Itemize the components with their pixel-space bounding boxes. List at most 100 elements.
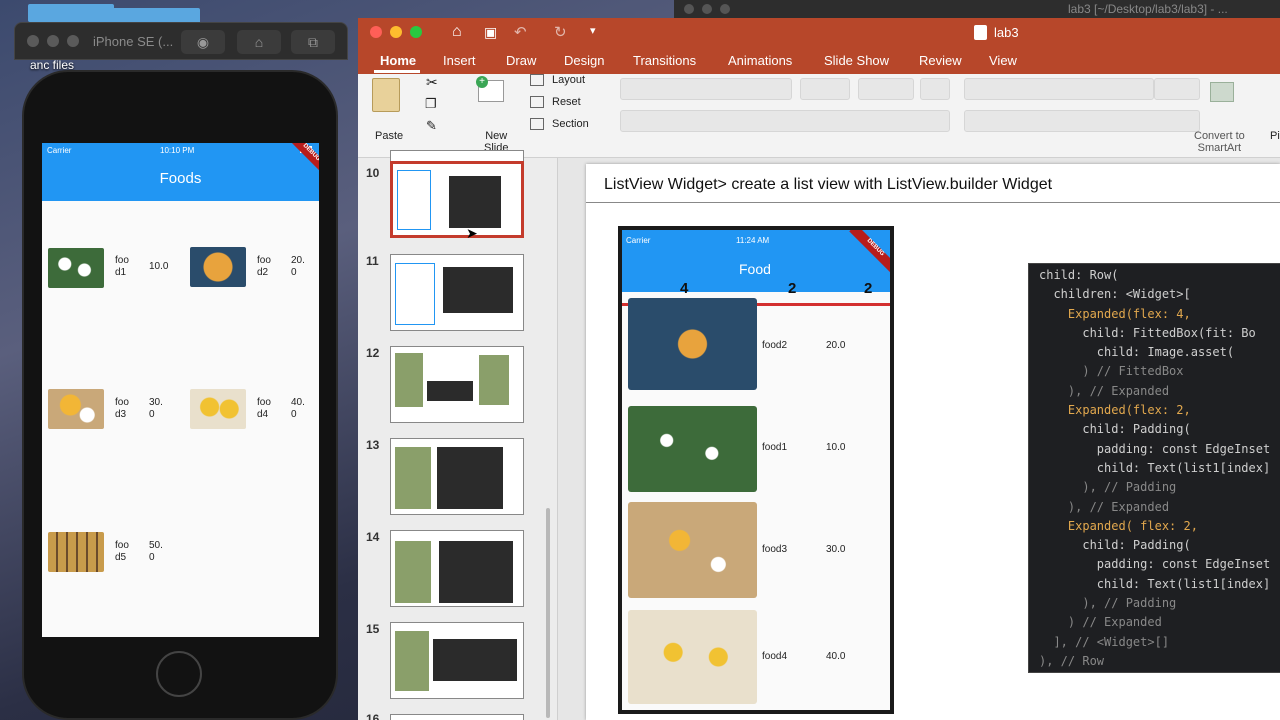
status-time: 10:10 PM [160, 146, 195, 155]
window-minimize-icon[interactable] [47, 35, 59, 47]
food-name: food2 [257, 255, 271, 278]
slide-thumbnail[interactable] [390, 346, 524, 423]
plus-icon: + [476, 76, 488, 88]
current-slide[interactable]: ListView Widget> create a list view with… [586, 164, 1280, 720]
slide-phone-carrier: Carrier [626, 236, 651, 245]
window-minimize-icon[interactable] [390, 26, 402, 38]
simulator-title: iPhone SE (... [93, 34, 174, 49]
layout-button[interactable]: Layout [552, 74, 585, 86]
app-bar: Foods [42, 159, 319, 201]
status-carrier: Carrier [47, 146, 72, 155]
slide-code-screenshot[interactable]: child: Row( children: <Widget>[ Expanded… [1028, 263, 1280, 673]
alignment-buttons[interactable] [964, 110, 1200, 132]
code-line: ), // Row [1039, 653, 1105, 668]
slide-number: 16 [366, 712, 380, 720]
ppt-file-icon [974, 25, 987, 40]
code-line: children: <Widget>[ [1039, 287, 1191, 302]
slide-phone-title: Food [739, 261, 771, 277]
slide-thumbnail-selected[interactable] [390, 161, 524, 238]
ppt-titlebar[interactable]: ⌂ ▣ ↶ ↻ ▾ lab3 [358, 18, 1280, 48]
thumbnails-scrollbar[interactable] [546, 508, 550, 718]
window-close-icon[interactable] [27, 35, 39, 47]
save-icon[interactable]: ▣ [484, 24, 497, 41]
simulator-titlebar[interactable]: iPhone SE (... ◉ ⌂ ⧉ [14, 22, 348, 60]
status-bar: Carrier 10:10 PM [42, 143, 319, 159]
slide-thumbnail[interactable] [390, 622, 524, 699]
section-button[interactable]: Section [552, 118, 589, 130]
font-formatting-buttons[interactable] [620, 110, 950, 132]
slide-thumbnail[interactable] [390, 714, 524, 720]
ribbon: Paste ✂ ❐ ✎ + New Slide Layout Reset Sect… [358, 74, 1280, 158]
tab-home[interactable]: Home [380, 53, 416, 68]
tab-insert[interactable]: Insert [443, 53, 476, 68]
slide-phone-screenshot[interactable]: Carrier 11:24 AM Food DEBUG 4 2 2 food2 … [618, 226, 894, 714]
code-line: child: Row( [1039, 268, 1119, 282]
code-line: Expanded( flex: 2, [1039, 518, 1198, 533]
font-family-select[interactable] [620, 78, 792, 100]
rotate-icon[interactable]: ⧉ [291, 30, 335, 54]
copy-icon[interactable]: ❐ [425, 96, 437, 112]
tab-design[interactable]: Design [564, 53, 604, 68]
list-buttons[interactable] [964, 78, 1154, 100]
window-zoom-icon[interactable] [67, 35, 79, 47]
food-image [628, 502, 757, 598]
slide-thumbnail[interactable] [390, 438, 524, 515]
window-close-icon[interactable] [370, 26, 382, 38]
slide-thumbnail[interactable] [390, 254, 524, 331]
food-image [190, 247, 246, 287]
code-line: ), // Expanded [1039, 383, 1170, 398]
code-line: child: Text(list1[index] [1039, 576, 1271, 591]
slide-preview-phone [397, 170, 431, 230]
format-painter-icon[interactable]: ✎ [426, 118, 437, 134]
tab-view[interactable]: View [989, 53, 1017, 68]
active-tab-indicator [374, 70, 420, 73]
tab-review[interactable]: Review [919, 53, 962, 68]
background-window-title: lab3 [~/Desktop/lab3/lab3] - ... [1068, 2, 1228, 16]
slide-thumbnail[interactable] [390, 530, 524, 607]
tab-slide-show[interactable]: Slide Show [824, 53, 889, 68]
code-line: padding: const EdgeInset [1039, 557, 1271, 572]
font-size-buttons[interactable] [858, 78, 914, 100]
tab-draw[interactable]: Draw [506, 53, 536, 68]
paste-icon[interactable] [372, 78, 400, 112]
slide-preview-code [449, 176, 501, 228]
folder-icon[interactable] [28, 4, 114, 22]
background-window-titlebar[interactable]: lab3 [~/Desktop/lab3/lab3] - ... [674, 0, 1280, 18]
window-close-icon[interactable] [684, 4, 694, 14]
code-line: Expanded(flex: 4, [1039, 306, 1191, 321]
home-button[interactable] [156, 651, 202, 697]
undo-icon[interactable]: ↶ [514, 23, 527, 41]
window-zoom-icon[interactable] [410, 26, 422, 38]
window-zoom-icon[interactable] [720, 4, 730, 14]
tab-transitions[interactable]: Transitions [633, 53, 696, 68]
mouse-cursor-icon: ➤ [466, 225, 478, 241]
cut-icon[interactable]: ✂ [426, 74, 438, 91]
paste-button[interactable]: Paste [375, 130, 403, 142]
document-title: lab3 [994, 25, 1019, 40]
simulator-screen[interactable]: Carrier 10:10 PM Foods DEBUG foo d1 10.0 … [42, 143, 319, 637]
reset-button[interactable]: Reset [552, 96, 581, 108]
code-line: padding: const EdgeInset [1039, 441, 1271, 456]
smartart-icon[interactable] [1210, 82, 1234, 102]
code-line: child: Text(list1[index] [1039, 460, 1271, 475]
columns-button[interactable] [1154, 78, 1200, 100]
redo-icon[interactable]: ↻ [554, 23, 567, 41]
screenshot-icon[interactable]: ◉ [181, 30, 225, 54]
food-name: food1 [115, 255, 129, 278]
food-name: food4 [762, 651, 788, 662]
customize-toolbar-icon[interactable]: ▾ [590, 24, 596, 37]
convert-smartart-button[interactable]: Convert to SmartArt [1194, 130, 1245, 154]
home-icon[interactable]: ⌂ [452, 23, 462, 41]
reset-icon [530, 96, 544, 108]
slide-thumbnails-panel[interactable]: 10 11 12 13 14 15 16 [358, 150, 558, 720]
font-size-select[interactable] [800, 78, 850, 100]
picture-button[interactable]: Pi [1270, 130, 1280, 142]
tab-animations[interactable]: Animations [728, 53, 792, 68]
slide-title[interactable]: ListView Widget> create a list view with… [604, 176, 1052, 194]
clear-formatting-button[interactable] [920, 78, 950, 100]
layout-icon [530, 74, 544, 86]
window-minimize-icon[interactable] [702, 4, 712, 14]
home-icon[interactable]: ⌂ [237, 30, 281, 54]
ribbon-tabs: Home Insert Draw Design Transitions Anim… [358, 48, 1280, 74]
slide-phone-screen: Carrier 11:24 AM Food DEBUG 4 2 2 food2 … [622, 230, 890, 710]
